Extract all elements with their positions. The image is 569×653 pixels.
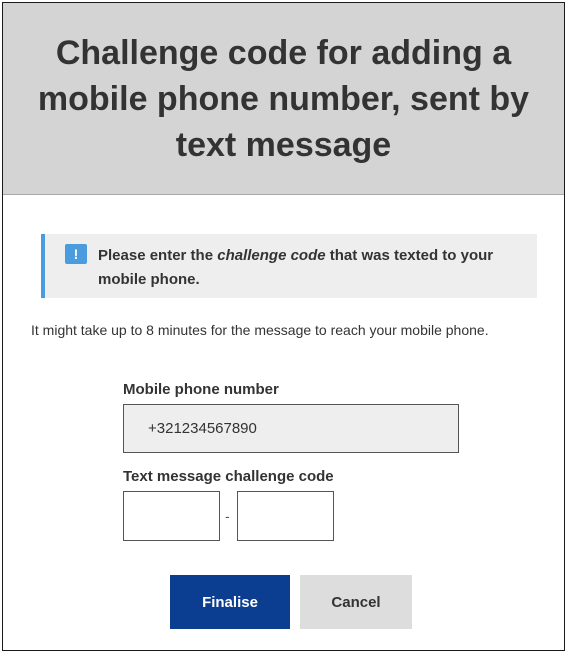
phone-number-field[interactable] [123, 404, 459, 453]
finalise-button[interactable]: Finalise [170, 575, 290, 629]
notice-box: ! Please enter the challenge code that w… [41, 234, 537, 298]
code-part-1-input[interactable] [123, 491, 220, 541]
notice-text-emphasis: challenge code [217, 247, 326, 264]
phone-label: Mobile phone number [123, 381, 279, 398]
code-label: Text message challenge code [123, 468, 334, 485]
page-title: Challenge code for adding a mobile phone… [37, 33, 530, 164]
exclamation-icon: ! [65, 244, 87, 264]
dialog-header: Challenge code for adding a mobile phone… [3, 3, 564, 195]
dialog-frame: Challenge code for adding a mobile phone… [2, 2, 565, 651]
code-part-2-input[interactable] [237, 491, 334, 541]
info-text: It might take up to 8 minutes for the me… [31, 322, 489, 338]
cancel-button[interactable]: Cancel [300, 575, 412, 629]
notice-text-before: Please enter the [98, 247, 218, 264]
code-separator: - [225, 508, 230, 524]
notice-text: Please enter the challenge code that was… [98, 244, 538, 292]
